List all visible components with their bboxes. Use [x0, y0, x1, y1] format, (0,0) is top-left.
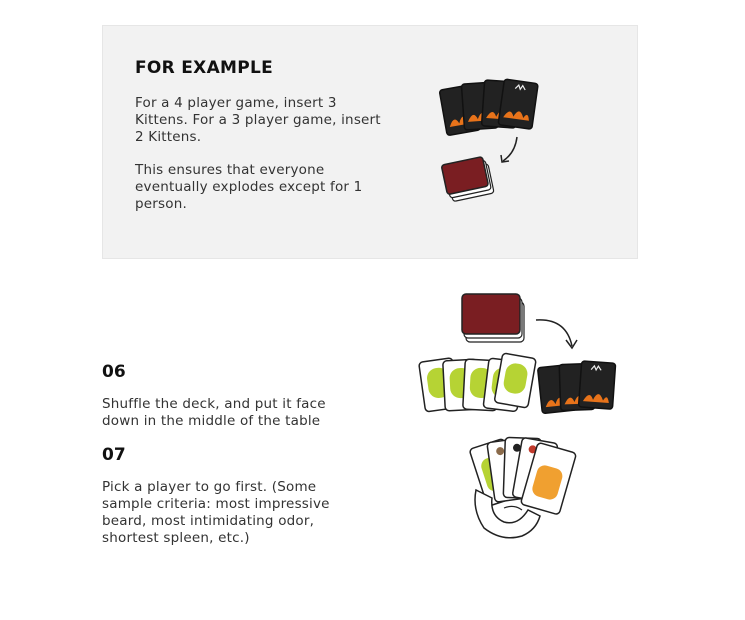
deck-icon — [441, 156, 495, 202]
step-text-07: Pick a player to go first. (Some sample … — [102, 479, 330, 546]
hand-of-cards-icon — [469, 436, 577, 539]
example-title: FOR EXAMPLE — [135, 58, 274, 78]
arrow-icon — [535, 319, 573, 347]
step-number-06: 06 — [102, 362, 126, 382]
kitten-card-4 — [497, 78, 539, 130]
insert-kittens-illustration — [438, 78, 539, 202]
example-callout: FOR EXAMPLE For a 4 player game, insert … — [102, 25, 638, 259]
example-paragraph-2: This ensures that everyone eventually ex… — [135, 162, 363, 212]
instructions-page: FOR EXAMPLE For a 4 player game, insert … — [0, 0, 745, 620]
step-text-06: Shuffle the deck, and put it face down i… — [102, 396, 326, 429]
deck-icon — [461, 293, 525, 343]
deal-cards-illustration — [418, 293, 617, 539]
arrow-icon — [502, 136, 518, 162]
step-number-07: 07 — [102, 445, 126, 465]
green-cards-icon — [418, 352, 537, 413]
example-paragraph-1: For a 4 player game, insert 3 Kittens. F… — [135, 95, 381, 145]
kitten-cards-icon — [537, 360, 617, 415]
